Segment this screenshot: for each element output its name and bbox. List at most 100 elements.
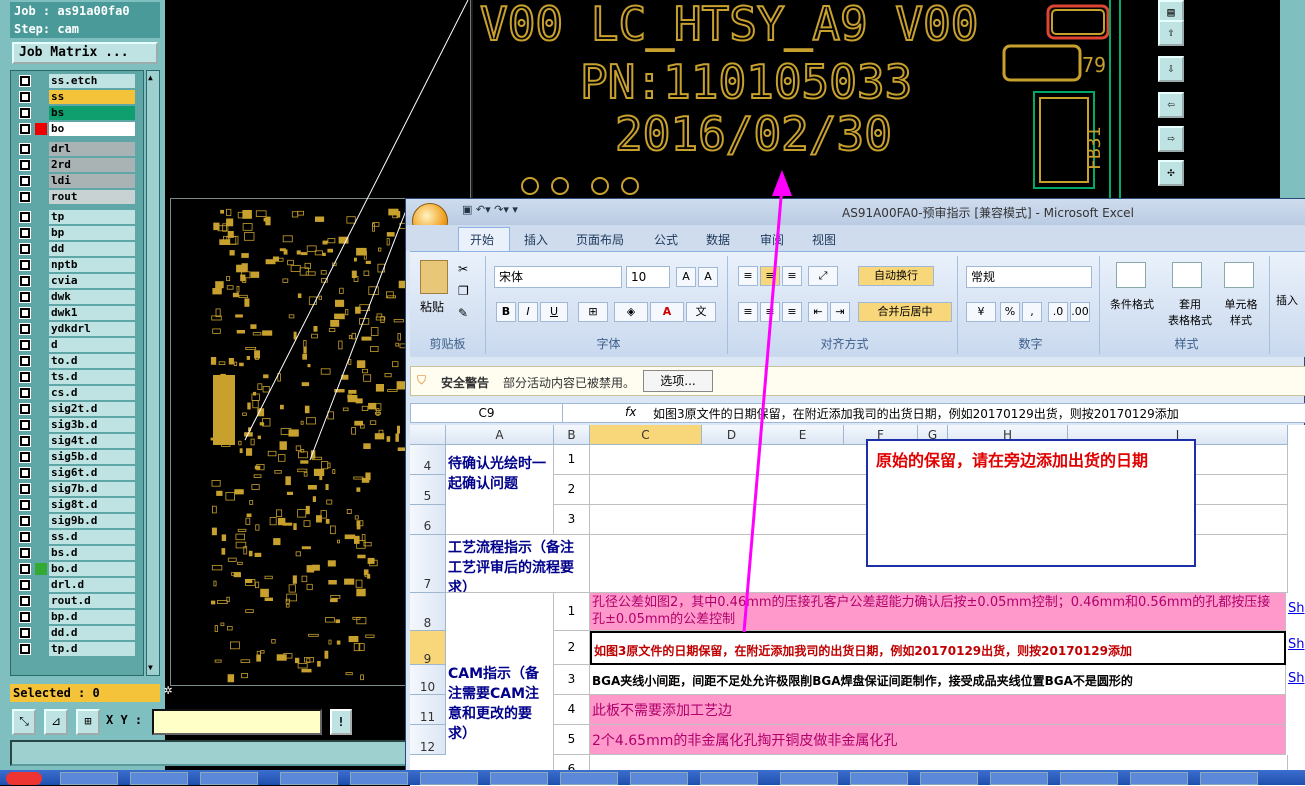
layer-row[interactable]: ss.etch (15, 74, 141, 88)
sheet-link[interactable]: Sh (1288, 601, 1305, 616)
layer-checkbox[interactable] (19, 435, 31, 447)
layer-name[interactable]: sig9b.d (49, 514, 135, 528)
tool-icon-3[interactable]: ⇩ (1158, 56, 1184, 82)
layer-row[interactable]: sig9b.d (15, 514, 141, 528)
insert-cells-button[interactable]: 插入 (1276, 292, 1298, 308)
layer-checkbox[interactable] (19, 627, 31, 639)
scroll-down-icon[interactable]: ▼ (148, 663, 158, 673)
layer-name[interactable]: rout (49, 190, 135, 204)
grid-tool-button[interactable]: ⊞ (76, 709, 100, 735)
layer-row[interactable]: ldi (15, 174, 141, 188)
layer-row[interactable]: ss (15, 90, 141, 104)
job-matrix-button[interactable]: Job Matrix ... (12, 42, 158, 64)
taskbar-item[interactable] (350, 772, 408, 785)
row-header[interactable]: 9 (410, 631, 446, 666)
conditional-format-icon[interactable] (1116, 262, 1146, 288)
layer-row[interactable]: bs (15, 106, 141, 120)
table-format-icon[interactable] (1172, 262, 1202, 288)
select-all-corner[interactable] (410, 425, 446, 445)
taskbar-item[interactable] (130, 772, 188, 785)
font-size-select[interactable]: 10 (626, 266, 670, 288)
layer-name[interactable]: ldi (49, 174, 135, 188)
layer-checkbox[interactable] (19, 75, 31, 87)
layer-name[interactable]: bp.d (49, 610, 135, 624)
tab-view[interactable]: 视图 (812, 231, 836, 248)
tab-review[interactable]: 审阅 (760, 231, 784, 248)
phonetic-icon[interactable]: 文 (686, 302, 716, 322)
layer-checkbox[interactable] (19, 419, 31, 431)
taskbar-item[interactable] (630, 772, 688, 785)
layer-row[interactable]: bo.d (15, 562, 141, 576)
taskbar-item[interactable] (420, 772, 478, 785)
cell-b6[interactable]: 3 (554, 505, 590, 535)
wrap-text-button[interactable]: 自动换行 (858, 266, 934, 286)
cell-b4[interactable]: 1 (554, 445, 590, 475)
layer-row[interactable]: sig6t.d (15, 466, 141, 480)
layer-checkbox[interactable] (19, 483, 31, 495)
layer-row[interactable]: dd (15, 242, 141, 256)
layer-name[interactable]: sig5b.d (49, 450, 135, 464)
layer-checkbox[interactable] (19, 531, 31, 543)
layer-row[interactable]: sig2t.d (15, 402, 141, 416)
taskbar-item[interactable] (780, 772, 838, 785)
layer-row[interactable]: bp (15, 226, 141, 240)
layer-name[interactable]: dd (49, 242, 135, 256)
layer-checkbox[interactable] (19, 563, 31, 575)
row-header[interactable]: 12 (410, 725, 446, 755)
cell-a7[interactable]: 工艺流程指示（备注工艺评审后的流程要求） (446, 535, 590, 593)
layer-row[interactable]: cvia (15, 274, 141, 288)
cell-style-icon[interactable] (1224, 262, 1254, 288)
cell-b11[interactable]: 4 (554, 695, 590, 725)
cut-icon[interactable]: ✂ (458, 262, 468, 276)
layer-list-scrollbar[interactable]: ▲ ▼ (146, 70, 160, 676)
layer-name[interactable]: ss (49, 90, 135, 104)
sheet-grid[interactable]: A B C D E F G H I 4 5 6 7 8 9 10 11 12 待… (410, 425, 1305, 786)
merge-center-button[interactable]: 合并后居中 (858, 302, 952, 322)
taskbar-item[interactable] (280, 772, 338, 785)
layer-row[interactable]: tp (15, 210, 141, 224)
layer-name[interactable]: ts.d (49, 370, 135, 384)
layer-row[interactable]: rout (15, 190, 141, 204)
layer-name[interactable]: sig6t.d (49, 466, 135, 480)
layer-name[interactable]: to.d (49, 354, 135, 368)
layer-name[interactable]: ss.d (49, 530, 135, 544)
cell-c11[interactable]: 此板不需要添加工艺边 (590, 695, 1286, 725)
layer-row[interactable]: sig3b.d (15, 418, 141, 432)
layer-name[interactable]: drl.d (49, 578, 135, 592)
tab-data[interactable]: 数据 (706, 231, 730, 248)
tool-icon-4[interactable]: ⇦ (1158, 92, 1184, 118)
align-bottom-icon[interactable]: ≡ (782, 266, 802, 286)
layer-checkbox[interactable] (19, 123, 31, 135)
tool-icon-6[interactable]: ✣ (1158, 160, 1184, 186)
layer-row[interactable]: to.d (15, 354, 141, 368)
layer-name[interactable]: tp (49, 210, 135, 224)
layer-row[interactable]: nptb (15, 258, 141, 272)
layer-name[interactable]: dd.d (49, 626, 135, 640)
layer-row[interactable]: sig4t.d (15, 434, 141, 448)
layer-name[interactable]: tp.d (49, 642, 135, 656)
decrease-indent-icon[interactable]: ⇤ (808, 302, 828, 322)
layer-name[interactable]: sig8t.d (49, 498, 135, 512)
start-button[interactable] (6, 772, 42, 785)
layer-name[interactable]: ss.etch (49, 74, 135, 88)
layer-name[interactable]: bs.d (49, 546, 135, 560)
layer-row[interactable]: ss.d (15, 530, 141, 544)
layer-name[interactable]: bs (49, 106, 135, 120)
layer-row[interactable]: bs.d (15, 546, 141, 560)
taskbar-item[interactable] (1130, 772, 1188, 785)
layer-row[interactable]: sig5b.d (15, 450, 141, 464)
layer-name[interactable]: cvia (49, 274, 135, 288)
layer-name[interactable]: nptb (49, 258, 135, 272)
paste-button[interactable]: 粘贴 (420, 298, 444, 315)
layer-name[interactable]: bo (49, 122, 135, 136)
layer-checkbox[interactable] (19, 107, 31, 119)
taskbar-item[interactable] (200, 772, 258, 785)
cell-b10[interactable]: 3 (554, 665, 590, 695)
layer-checkbox[interactable] (19, 323, 31, 335)
layer-name[interactable]: d (49, 338, 135, 352)
layer-checkbox[interactable] (19, 403, 31, 415)
decrease-decimal-icon[interactable]: .00 (1070, 302, 1090, 322)
align-center-icon[interactable]: ≡ (760, 302, 780, 322)
xy-input[interactable] (152, 709, 322, 735)
layer-name[interactable]: drl (49, 142, 135, 156)
